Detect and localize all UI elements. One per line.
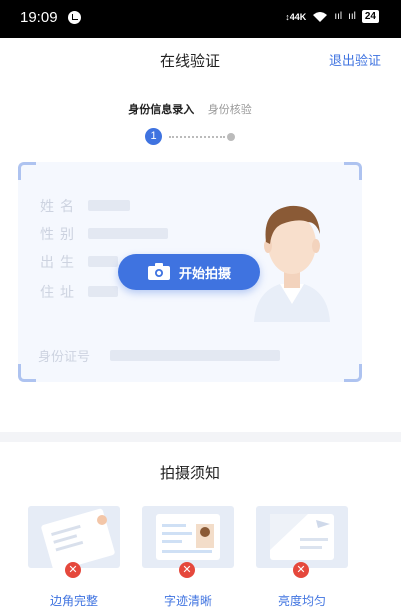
tip-item-edge: ✕ 边角完整	[28, 506, 120, 608]
status-bar: 19:09 ↕44K ııl ııl 24	[0, 0, 401, 38]
frame-corner	[344, 162, 362, 180]
page-title: 在线验证	[159, 52, 220, 70]
section-divider	[0, 432, 401, 442]
step-next-dot	[227, 133, 235, 141]
field-address: 住址	[40, 285, 80, 301]
step-current-dot: 1	[145, 128, 162, 145]
frame-corner	[344, 364, 362, 382]
field-placeholder-bar	[88, 200, 130, 211]
alarm-icon	[68, 11, 81, 24]
field-gender: 性别	[40, 227, 80, 243]
edge-complete-illustration	[28, 506, 120, 568]
portrait-illustration	[254, 205, 330, 322]
step-progress: 1	[145, 128, 245, 146]
exit-verification-button[interactable]: 退出验证	[329, 50, 381, 69]
id-number-label: 身份证号	[38, 350, 91, 365]
field-placeholder-bar	[88, 228, 168, 239]
status-time: 19:09	[20, 9, 58, 26]
error-icon: ✕	[65, 562, 81, 578]
step-active-label: 身份信息录入	[128, 103, 195, 116]
signal-icon-2: ııl	[348, 11, 356, 22]
tip-label-text: 字迹清晰	[163, 594, 212, 608]
step-connector	[169, 136, 225, 138]
error-icon: ✕	[179, 562, 195, 578]
page-header: 在线验证 退出验证	[0, 38, 401, 80]
clear-text-illustration	[142, 506, 234, 568]
wifi-icon	[313, 11, 328, 22]
frame-corner	[18, 364, 36, 382]
start-shooting-button[interactable]: 开始拍摄	[118, 254, 260, 290]
tip-item-text: ✕ 字迹清晰	[142, 506, 234, 608]
network-speed: ↕44K	[285, 11, 307, 22]
field-placeholder-bar	[88, 286, 118, 297]
field-name: 姓名	[40, 199, 80, 215]
step-labels: 身份信息录入 身份核验	[0, 101, 380, 117]
notice-title: 拍摄须知	[159, 464, 220, 482]
field-birth: 出生	[40, 255, 80, 271]
tip-label-brightness: 亮度均匀	[277, 594, 326, 608]
even-brightness-illustration	[256, 506, 348, 568]
status-indicators: ↕44K ııl ııl 24	[285, 10, 379, 23]
battery-icon: 24	[361, 10, 379, 23]
tip-item-brightness: ✕ 亮度均匀	[256, 506, 348, 608]
start-shooting-label: 开始拍摄	[178, 266, 231, 282]
error-icon: ✕	[293, 562, 309, 578]
field-placeholder-bar	[88, 256, 118, 267]
step-next-label: 身份核验	[207, 103, 252, 116]
signal-icon: ııl	[334, 11, 343, 22]
id-number-placeholder-bar	[110, 350, 280, 361]
tip-label-edge: 边角完整	[49, 594, 98, 608]
frame-corner	[18, 162, 36, 180]
camera-icon	[147, 263, 170, 280]
